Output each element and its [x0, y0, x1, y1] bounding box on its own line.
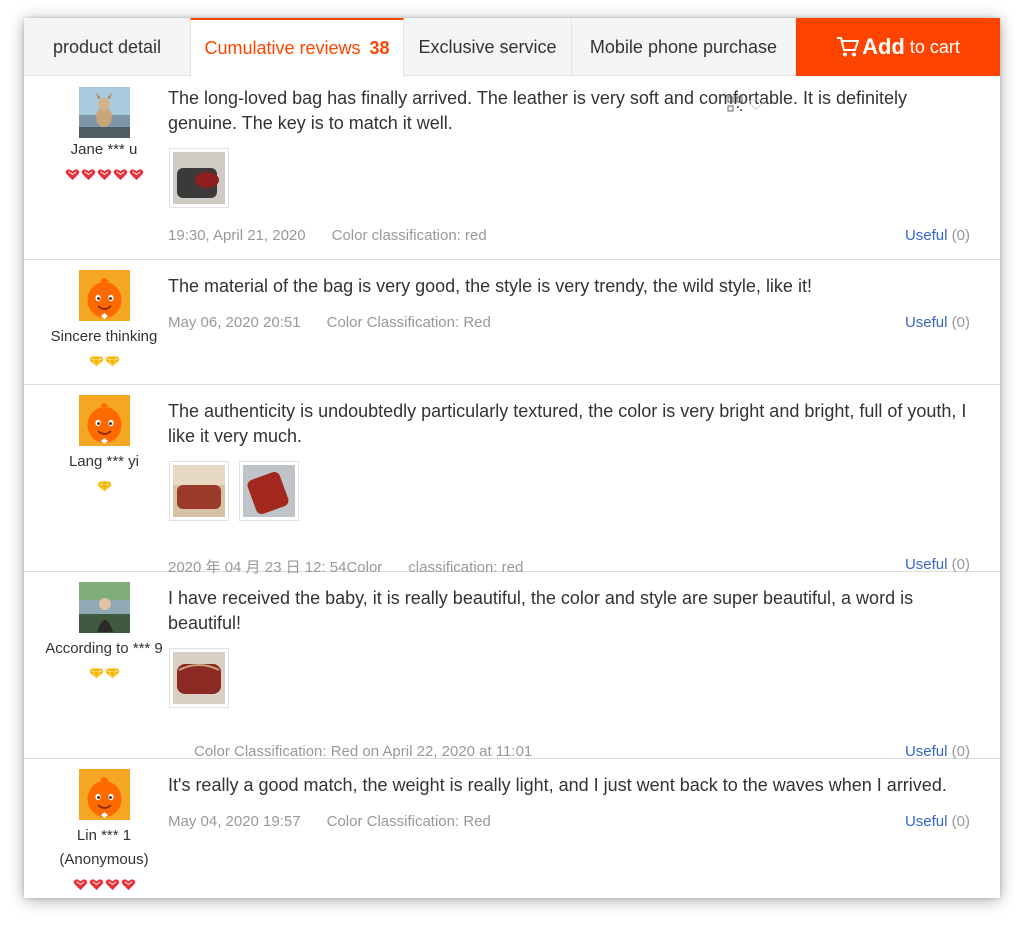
user-rank	[24, 355, 184, 367]
tab-label: Exclusive service	[418, 36, 557, 57]
review-color: Color Classification: Red	[326, 813, 491, 830]
red-heart-badge-icon	[97, 168, 112, 181]
useful-count: (0)	[951, 314, 970, 331]
review-photo[interactable]	[239, 461, 299, 521]
useful-link[interactable]: Useful	[905, 556, 948, 573]
avatar	[79, 769, 130, 820]
gold-diamond-icon	[105, 667, 120, 679]
user-rank	[24, 480, 184, 492]
qr-code-icon[interactable]	[727, 96, 743, 112]
red-heart-badge-icon	[129, 168, 144, 181]
gold-diamond-icon	[105, 355, 120, 367]
useful-count: (0)	[951, 813, 970, 830]
hover-tools	[727, 96, 763, 112]
tab-exclusive-service[interactable]: Exclusive service	[404, 18, 572, 76]
red-heart-badge-icon	[81, 168, 96, 181]
review-date: May 04, 2020 19:57	[168, 813, 301, 830]
review-text: The authenticity is undoubtedly particul…	[168, 401, 967, 446]
review-meta: Color Classification: Red on April 22, 2…	[194, 743, 558, 760]
review-meta: May 06, 2020 20:51 Color Classification: …	[168, 314, 517, 331]
reviews-panel: product detail Cumulative reviews 38 Exc…	[24, 18, 1000, 898]
avatar	[79, 87, 130, 138]
review-meta: May 04, 2020 19:57 Color Classification: …	[168, 813, 517, 830]
review-item: Jane *** u The long-loved bag has finall…	[24, 77, 1000, 260]
review-color: Color Classification: Red	[326, 314, 491, 331]
gold-diamond-icon	[97, 480, 112, 492]
review-item: Sincere thinking The material of the bag…	[24, 260, 1000, 385]
review-item: Lang *** yi The authenticity is undoubte…	[24, 385, 1000, 576]
useful-vote: Useful (0)	[905, 227, 970, 244]
tab-mobile-phone-purchase[interactable]: Mobile phone purchase	[572, 18, 796, 76]
tab-product-detail[interactable]: product detail	[24, 18, 191, 76]
avatar	[79, 395, 130, 446]
add-label: Add	[862, 34, 905, 59]
review-date: May 06, 2020 20:51	[168, 314, 301, 331]
user-rank	[24, 667, 184, 679]
user-rank	[24, 168, 184, 181]
tab-bar: product detail Cumulative reviews 38 Exc…	[24, 18, 1000, 77]
useful-vote: Useful (0)	[905, 743, 970, 760]
red-heart-badge-icon	[113, 168, 128, 181]
useful-link[interactable]: Useful	[905, 813, 948, 830]
useful-vote: Useful (0)	[905, 813, 970, 830]
add-to-cart-button[interactable]: Add to cart	[796, 18, 1000, 76]
review-photos	[169, 461, 299, 521]
anonymous-label: (Anonymous)	[59, 851, 149, 868]
review-color: Color Classification: Red on April 22, 2…	[194, 743, 533, 760]
username: Lang *** yi	[68, 453, 140, 470]
useful-link[interactable]: Useful	[905, 227, 948, 244]
red-heart-badge-icon	[65, 168, 80, 181]
useful-vote: Useful (0)	[905, 556, 970, 573]
useful-link[interactable]: Useful	[905, 743, 948, 760]
useful-count: (0)	[951, 227, 970, 244]
review-photos	[169, 148, 229, 208]
review-meta: 19:30, April 21, 2020 Color classificatio…	[168, 227, 513, 244]
useful-count: (0)	[951, 556, 970, 573]
avatar	[79, 270, 130, 321]
review-text: The long-loved bag has finally arrived. …	[168, 88, 908, 133]
gold-diamond-icon	[89, 355, 104, 367]
red-heart-badge-icon	[89, 878, 104, 891]
useful-count: (0)	[951, 743, 970, 760]
review-photo[interactable]	[169, 148, 229, 208]
review-item: According to *** 9 I have received the b…	[24, 572, 1000, 760]
red-heart-badge-icon	[121, 878, 136, 891]
red-heart-badge-icon	[73, 878, 88, 891]
review-date: 19:30, April 21, 2020	[168, 227, 306, 244]
review-item: Lin *** 1 (Anonymous) It's really a good…	[24, 759, 1000, 898]
diamond-outline-icon	[749, 99, 763, 110]
user-rank	[24, 878, 184, 891]
review-photos	[169, 648, 229, 708]
review-count: 38	[369, 38, 390, 58]
username: Lin *** 1	[76, 827, 132, 844]
review-text: It's really a good match, the weight is …	[168, 775, 947, 795]
username: Sincere thinking	[50, 328, 158, 345]
review-text: The material of the bag is very good, th…	[168, 276, 812, 296]
avatar	[79, 582, 130, 633]
review-text: I have received the baby, it is really b…	[168, 588, 914, 633]
review-photo[interactable]	[169, 648, 229, 708]
to-cart-label: to cart	[909, 36, 960, 57]
gold-diamond-icon	[89, 667, 104, 679]
cart-icon	[837, 37, 860, 57]
username: According to *** 9	[45, 640, 163, 657]
username: Jane *** u	[70, 141, 138, 158]
useful-vote: Useful (0)	[905, 314, 970, 331]
review-photo[interactable]	[169, 461, 229, 521]
review-color: Color classification: red	[331, 227, 487, 244]
tab-label: Cumulative reviews	[204, 38, 361, 58]
useful-link[interactable]: Useful	[905, 314, 948, 331]
tab-label: Mobile phone purchase	[589, 36, 778, 57]
tab-cumulative-reviews[interactable]: Cumulative reviews 38	[190, 18, 404, 77]
tab-label: product detail	[52, 36, 162, 57]
red-heart-badge-icon	[105, 878, 120, 891]
